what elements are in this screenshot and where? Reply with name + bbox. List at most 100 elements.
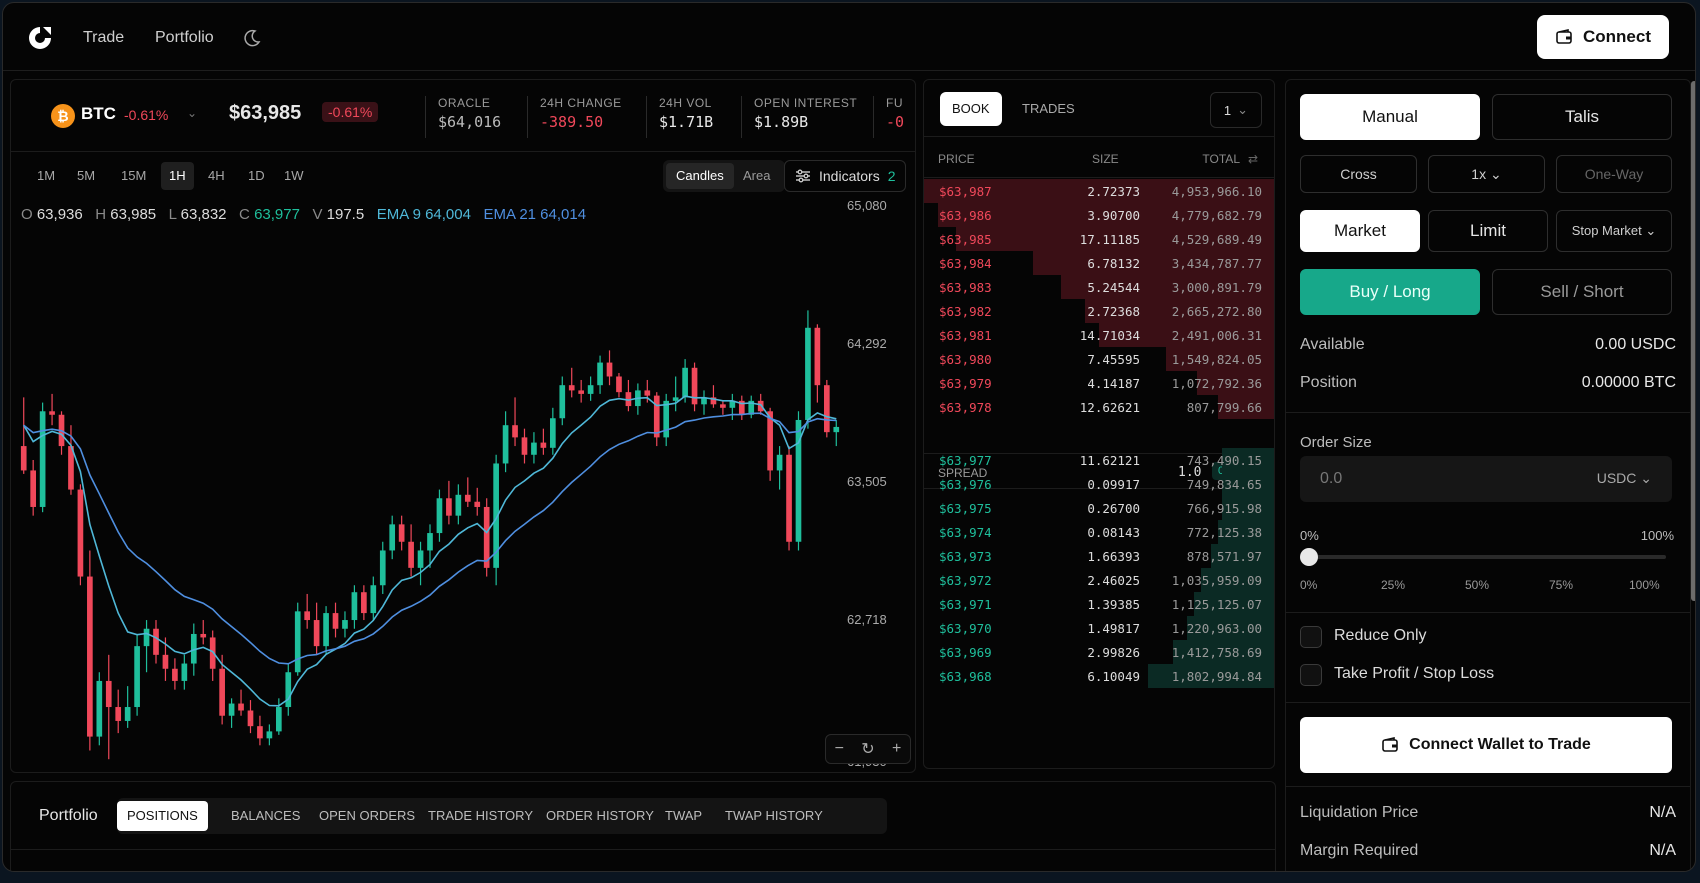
bid-row[interactable]: $63,975 0.26700 766,915.98 [924, 495, 1274, 521]
bid-row[interactable]: $63,971 1.39385 1,125,125.07 [924, 591, 1274, 617]
mode-area[interactable]: Area [733, 163, 780, 189]
y-tick: 62,718 [847, 612, 887, 627]
margin-required-value: N/A [1649, 842, 1676, 859]
price-chart[interactable] [11, 198, 841, 774]
ask-row[interactable]: $63,979 4.14187 1,072,792.36 [924, 370, 1274, 396]
timeframe-5m[interactable]: 5M [69, 162, 103, 190]
tab-balances[interactable]: BALANCES [221, 801, 310, 831]
ask-row[interactable]: $63,984 6.78132 3,434,787.77 [924, 250, 1274, 276]
candle-body [559, 385, 566, 419]
tp-sl-checkbox[interactable] [1300, 664, 1322, 686]
nav-trade-link[interactable]: Trade [83, 29, 124, 47]
timeframe-1m[interactable]: 1M [29, 162, 63, 190]
chevron-down-icon: ⌄ [1237, 102, 1249, 117]
divider [1286, 412, 1690, 413]
order-size-input[interactable] [1300, 456, 1580, 502]
nav-portfolio-link[interactable]: Portfolio [155, 29, 214, 47]
reset-icon[interactable]: ↻ [861, 739, 874, 759]
ask-row[interactable]: $63,978 12.62621 807,799.66 [924, 394, 1274, 420]
order-size-unit-select[interactable]: USDC ⌄ [1597, 470, 1652, 487]
bid-row[interactable]: $63,970 1.49817 1,220,963.00 [924, 615, 1274, 641]
logo-icon[interactable] [27, 25, 53, 51]
reduce-only-checkbox[interactable] [1300, 626, 1322, 648]
bid-row[interactable]: $63,976 0.09917 749,834.65 [924, 471, 1274, 497]
tab-order-history[interactable]: ORDER HISTORY [536, 801, 664, 831]
top-nav: Trade Portfolio Connect [3, 3, 1695, 71]
tab-trade-history[interactable]: TRADE HISTORY [418, 801, 543, 831]
tab-twap-history[interactable]: TWAP HISTORY [715, 801, 833, 831]
timeframe-1h[interactable]: 1H [161, 162, 194, 190]
candle-body [134, 646, 140, 708]
ask-row[interactable]: $63,987 2.72373 4,953,966.10 [924, 178, 1274, 204]
grouping-select[interactable]: 1 ⌄ [1210, 92, 1262, 128]
order-type-limit[interactable]: Limit [1428, 210, 1548, 252]
bid-row[interactable]: $63,969 2.99826 1,412,758.69 [924, 639, 1274, 665]
leverage-select[interactable]: 1x ⌄ [1428, 155, 1545, 193]
book-header: PRICE SIZE TOTAL ⇄ [924, 136, 1274, 178]
candle-body [153, 628, 159, 655]
candle-body [446, 498, 452, 516]
ask-row[interactable]: $63,981 14.71034 2,491,006.31 [924, 322, 1274, 348]
tab-open-orders[interactable]: OPEN ORDERS [309, 801, 425, 831]
bid-price: $63,971 [939, 597, 992, 612]
connect-button[interactable]: Connect [1537, 15, 1669, 59]
tab-positions[interactable]: POSITIONS [117, 801, 208, 831]
bid-row[interactable]: $63,973 1.66393 878,571.97 [924, 543, 1274, 569]
moon-icon[interactable] [243, 29, 261, 47]
bid-row[interactable]: $63,968 6.10049 1,802,994.84 [924, 663, 1274, 689]
zoom-in-icon[interactable]: + [892, 740, 901, 758]
connect-wallet-button[interactable]: Connect Wallet to Trade [1300, 717, 1672, 773]
zoom-controls: − ↻ + [825, 734, 911, 764]
bid-total: 749,834.65 [1186, 477, 1262, 492]
ask-row[interactable]: $63,980 7.45595 1,549,824.05 [924, 346, 1274, 372]
tab-book[interactable]: BOOK [940, 92, 1002, 126]
bid-size: 1.39385 [1087, 597, 1140, 612]
scrollbar[interactable] [1691, 81, 1695, 601]
market-symbol[interactable]: BTC [81, 104, 116, 124]
grouping-value: 1 [1223, 102, 1232, 118]
ask-row[interactable]: $63,986 3.90700 4,779,682.79 [924, 202, 1274, 228]
slider-handle[interactable] [1300, 548, 1318, 566]
timeframe-1w[interactable]: 1W [276, 162, 312, 190]
chevron-down-icon[interactable]: ⌄ [187, 106, 197, 120]
order-size-slider[interactable] [1308, 555, 1666, 559]
tab-talis[interactable]: Talis [1492, 94, 1672, 140]
bid-row[interactable]: $63,974 0.08143 772,125.38 [924, 519, 1274, 545]
stat-oracle: ORACLE $64,016 [425, 96, 501, 138]
y-tick: 64,292 [847, 336, 887, 351]
indicators-button[interactable]: Indicators 2 [784, 160, 906, 192]
bid-price: $63,972 [939, 573, 992, 588]
mode-candles[interactable]: Candles [666, 163, 734, 189]
ask-row[interactable]: $63,983 5.24544 3,000,891.79 [924, 274, 1274, 300]
ask-row[interactable]: $63,985 17.11185 4,529,689.49 [924, 226, 1274, 252]
margin-mode-button[interactable]: Cross [1300, 155, 1417, 193]
candle-body [294, 611, 301, 673]
timeframe-1d[interactable]: 1D [240, 162, 273, 190]
timeframe-15m[interactable]: 15M [113, 162, 154, 190]
candle-body [266, 731, 273, 739]
candle-body [417, 550, 424, 568]
tab-manual[interactable]: Manual [1300, 94, 1480, 140]
swap-icon[interactable]: ⇄ [1248, 152, 1258, 166]
stat-24h-vol: 24H VOL $1.71B [646, 96, 713, 138]
order-type-market[interactable]: Market [1300, 210, 1420, 252]
candle-body [653, 395, 660, 438]
candle-body [616, 376, 622, 393]
candle-body [49, 411, 55, 415]
tab-trades[interactable]: TRADES [1010, 92, 1087, 126]
buy-long-button[interactable]: Buy / Long [1300, 269, 1480, 315]
bid-total: 766,915.98 [1186, 501, 1262, 516]
timeframe-4h[interactable]: 4H [200, 162, 233, 190]
ask-total: 4,529,689.49 [1171, 232, 1262, 247]
order-type-stop-market[interactable]: Stop Market ⌄ [1556, 210, 1672, 252]
position-mode-button[interactable]: One-Way [1556, 155, 1672, 193]
bid-size: 0.26700 [1087, 501, 1140, 516]
bid-row[interactable]: $63,977 11.62121 743,490.15 [924, 447, 1274, 473]
bid-row[interactable]: $63,972 2.46025 1,035,959.09 [924, 567, 1274, 593]
ask-row[interactable]: $63,982 2.72368 2,665,272.80 [924, 298, 1274, 324]
sell-short-button[interactable]: Sell / Short [1492, 269, 1672, 315]
tab-twap[interactable]: TWAP [655, 801, 712, 831]
bid-size: 1.49817 [1087, 621, 1140, 636]
zoom-out-icon[interactable]: − [835, 740, 844, 758]
stat-value: -0 [886, 113, 905, 131]
